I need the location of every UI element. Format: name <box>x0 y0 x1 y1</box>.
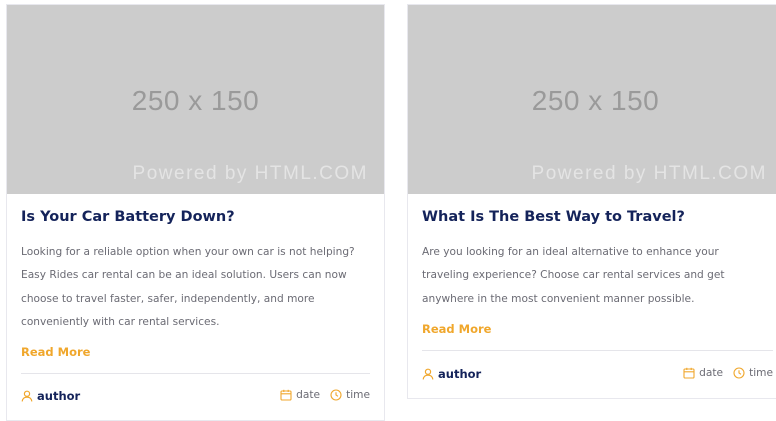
author-link[interactable]: author <box>422 367 481 381</box>
post-title[interactable]: What Is The Best Way to Travel? <box>422 209 685 225</box>
post-meta-footer: author date time <box>21 389 370 407</box>
thumbnail-watermark: Powered by HTML.COM <box>132 163 368 184</box>
post-meta-footer: author date time <box>422 367 773 385</box>
thumbnail-watermark: Powered by HTML.COM <box>531 163 767 184</box>
post-time: time <box>330 389 370 401</box>
post-excerpt: Looking for a reliable option when your … <box>21 246 355 328</box>
author-link[interactable]: author <box>21 389 80 403</box>
post-date-label: date <box>296 389 321 401</box>
user-icon <box>21 390 33 402</box>
author-name: author <box>37 389 81 403</box>
clock-icon <box>733 367 745 379</box>
post-time: time <box>733 367 773 379</box>
post-time-label: time <box>749 367 773 379</box>
thumbnail-size-text: 250 x 150 <box>131 85 260 116</box>
read-more-link[interactable]: Read More <box>21 345 90 359</box>
post-meta: date time <box>270 389 370 401</box>
blog-card: 250 x 150 Powered by HTML.COM What Is Th… <box>407 4 776 399</box>
calendar-icon <box>683 367 695 379</box>
blog-cards: 250 x 150 Powered by HTML.COM Is Your Ca… <box>0 0 776 421</box>
post-thumbnail[interactable]: 250 x 150 Powered by HTML.COM <box>7 5 384 194</box>
post-date-label: date <box>699 367 724 379</box>
post-meta: date time <box>673 367 773 379</box>
card-divider <box>21 373 370 374</box>
thumbnail-size-text: 250 x 150 <box>531 85 660 116</box>
card-divider <box>422 350 773 351</box>
post-thumbnail[interactable]: 250 x 150 Powered by HTML.COM <box>408 5 776 194</box>
calendar-icon <box>280 389 292 401</box>
post-date: date <box>683 367 723 379</box>
read-more-link[interactable]: Read More <box>422 322 491 336</box>
user-icon <box>422 368 434 380</box>
post-title[interactable]: Is Your Car Battery Down? <box>21 209 235 225</box>
post-excerpt: Are you looking for an ideal alternative… <box>422 246 725 305</box>
clock-icon <box>330 389 342 401</box>
post-time-label: time <box>346 389 370 401</box>
blog-card: 250 x 150 Powered by HTML.COM Is Your Ca… <box>6 4 385 421</box>
post-date: date <box>280 389 320 401</box>
author-name: author <box>438 367 482 381</box>
